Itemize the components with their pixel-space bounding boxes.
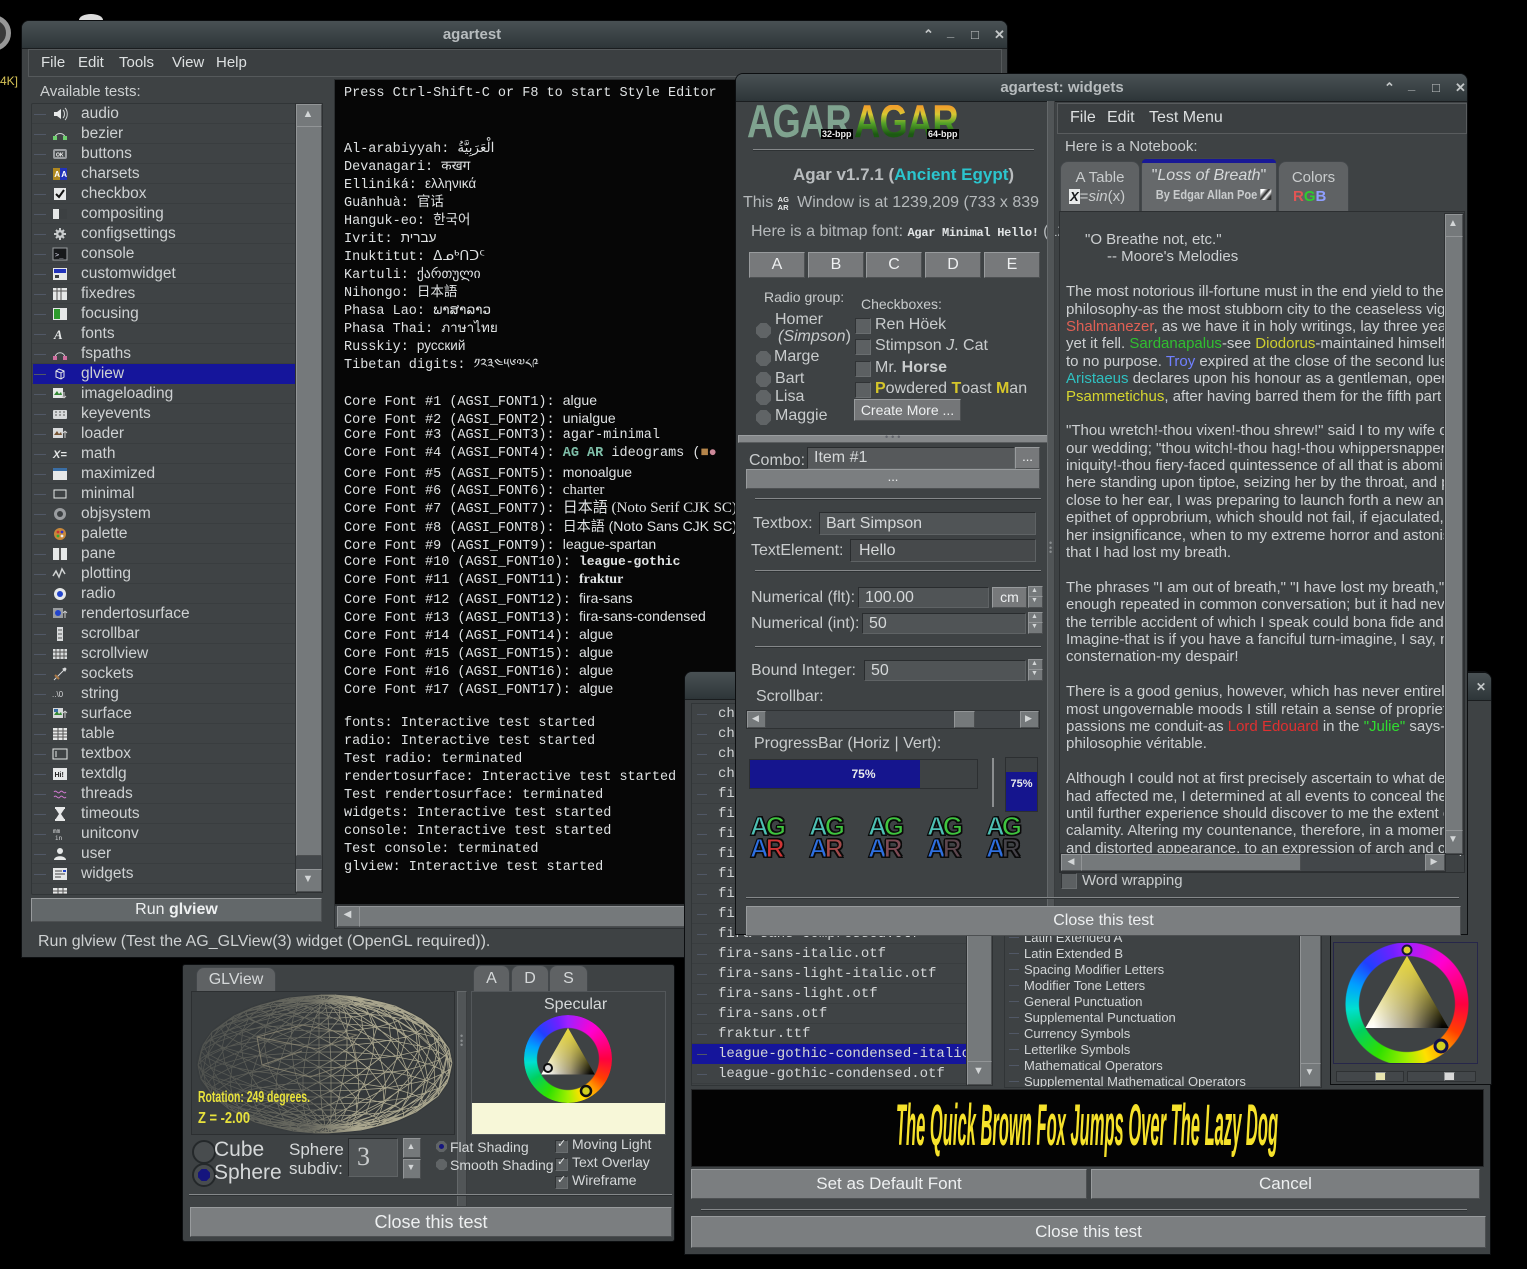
svg-text:mm: mm [53, 828, 61, 835]
svg-text:X=: X= [52, 449, 67, 461]
svg-text:Z = -2.00: Z = -2.00 [198, 1110, 250, 1127]
svg-text:>_: >_ [55, 251, 64, 259]
svg-text:OK: OK [56, 153, 64, 159]
svg-text:Rotation: 249 degrees.: Rotation: 249 degrees. [198, 1089, 310, 1106]
svg-text:Hi!: Hi! [55, 772, 64, 779]
svg-text:A: A [53, 327, 63, 342]
svg-text:in: in [55, 835, 63, 842]
svg-text:..\0: ..\0 [52, 690, 64, 699]
svg-text:A: A [61, 170, 67, 179]
svg-text:A: A [54, 170, 60, 179]
